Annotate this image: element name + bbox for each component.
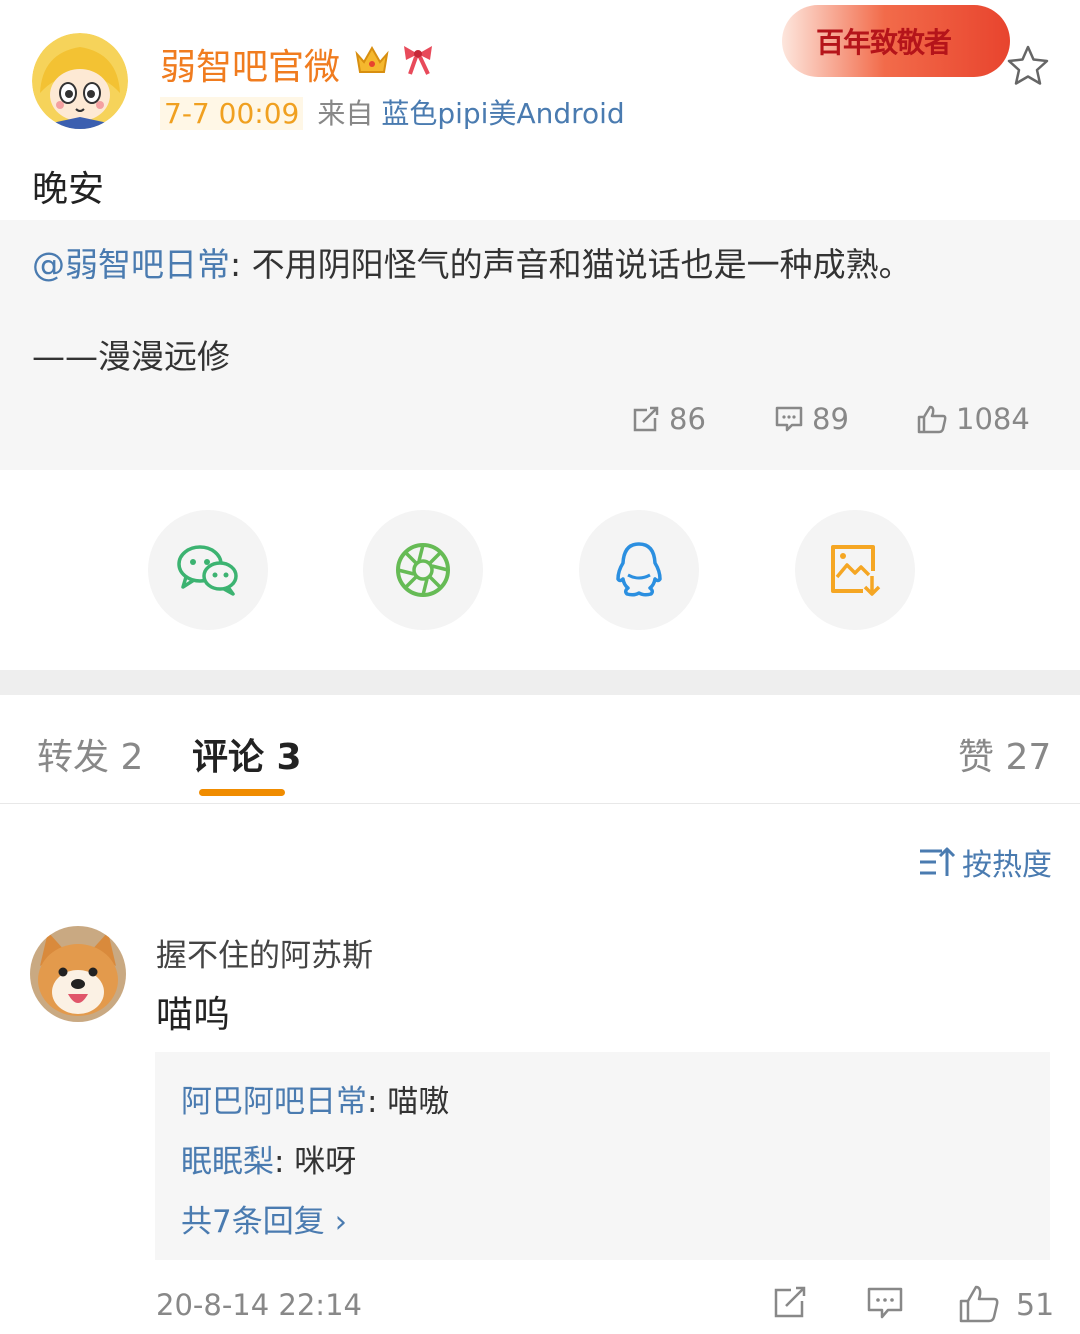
commenter-avatar[interactable]: [30, 926, 126, 1022]
reply-text: : 喵嗷: [367, 1084, 450, 1120]
crown-icon: [353, 40, 391, 82]
sort-by-hot-button[interactable]: 按热度: [918, 840, 1052, 884]
retweet-signature: ——漫漫远修: [32, 337, 230, 376]
like-count-label: 1084: [956, 402, 1030, 436]
comment-like-button[interactable]: [958, 1284, 1000, 1328]
comment-count-label: 89: [812, 402, 849, 436]
retweet-text: @弱智吧日常: 不用阴阳怪气的声音和猫说话也是一种成熟。: [32, 238, 912, 286]
comment-reply-button[interactable]: [866, 1284, 904, 1326]
commenter-name[interactable]: 握不住的阿苏斯: [156, 930, 373, 975]
banner-text: 百年致敬者: [816, 26, 952, 59]
repost-icon: [633, 406, 659, 432]
retweet-body: : 不用阴阳怪气的声音和猫说话也是一种成熟。: [230, 245, 912, 284]
share-moments-button[interactable]: [363, 510, 483, 630]
author-avatar[interactable]: [32, 33, 128, 129]
reply-author[interactable]: 阿巴阿吧日常: [181, 1084, 367, 1120]
post-content: 晚安: [32, 169, 105, 210]
active-tab-indicator: [199, 789, 285, 796]
share-wechat-button[interactable]: [148, 510, 268, 630]
thumbs-up-icon: [917, 405, 947, 434]
qq-icon: [616, 542, 662, 597]
save-image-icon: [831, 545, 881, 596]
post-meta: 7-7 00:09 来自 蓝色pipi美Android: [160, 92, 625, 132]
reply-item: 眠眠梨: 咪呀: [181, 1136, 356, 1181]
post-time: 7-7 00:09: [160, 97, 304, 130]
tab-likes[interactable]: 赞 27: [958, 728, 1051, 780]
post-source-prefix: 来自: [317, 97, 374, 130]
moments-icon: [396, 543, 450, 597]
author-name[interactable]: 弱智吧官微: [160, 38, 340, 90]
tab-reposts[interactable]: 转发 2: [37, 728, 143, 780]
repost-icon: [774, 1286, 806, 1318]
view-all-replies-link[interactable]: 共7条回复 ›: [181, 1196, 347, 1241]
tab-comments[interactable]: 评论 3: [192, 728, 302, 780]
sort-label: 按热度: [962, 848, 1052, 883]
tab-divider: [0, 803, 1080, 804]
comment-like-count: 51: [1016, 1288, 1055, 1323]
comment-time: 20-8-14 22:14: [156, 1288, 362, 1322]
post-source-device[interactable]: 蓝色pipi美Android: [381, 97, 624, 130]
sort-icon: [920, 847, 956, 876]
section-divider: [0, 670, 1080, 695]
anniversary-banner[interactable]: 百年致敬者: [782, 5, 1010, 77]
thumbs-up-icon: [959, 1285, 999, 1323]
reply-text: : 咪呀: [274, 1144, 357, 1180]
retweet-comment-count[interactable]: 89: [774, 402, 849, 436]
favorite-star-icon[interactable]: [1006, 44, 1050, 90]
comment-text: 喵呜: [156, 993, 230, 1036]
retweet-like-count[interactable]: 1084: [916, 402, 1030, 436]
save-image-button[interactable]: [795, 510, 915, 630]
reply-author[interactable]: 眠眠梨: [181, 1144, 274, 1180]
comment-icon: [867, 1287, 903, 1319]
retweet-repost-count[interactable]: 86: [631, 402, 706, 436]
ribbon-badge-icon: [398, 40, 438, 82]
reply-item: 阿巴阿吧日常: 喵嗷: [181, 1076, 449, 1121]
wechat-icon: [177, 545, 238, 596]
share-qq-button[interactable]: [579, 510, 699, 630]
comment-repost-button[interactable]: [772, 1284, 808, 1324]
comment-icon: [775, 406, 803, 432]
retweet-mention[interactable]: @弱智吧日常: [32, 245, 230, 284]
repost-count-label: 86: [669, 402, 706, 436]
